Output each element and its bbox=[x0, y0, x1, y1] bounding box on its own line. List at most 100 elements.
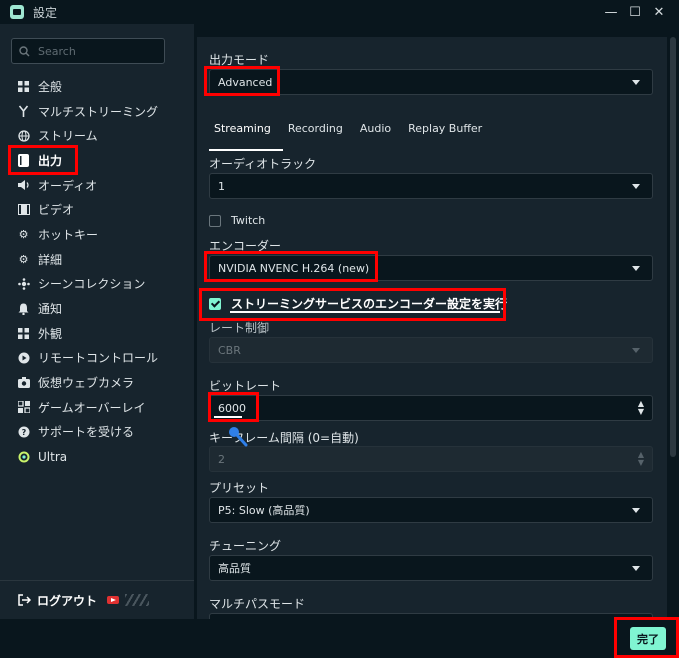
sidebar-item-audio[interactable]: オーディオ bbox=[0, 173, 194, 198]
bitrate-value: 6000 bbox=[218, 401, 246, 415]
sidebar-item-label: オーディオ bbox=[38, 178, 98, 193]
encoder-value: NVIDIA NVENC H.264 (new) bbox=[218, 261, 370, 275]
close-button[interactable]: ✕ bbox=[647, 2, 671, 22]
sidebar-item-label: 仮想ウェブカメラ bbox=[38, 376, 135, 391]
logout-icon bbox=[18, 594, 31, 606]
overlay-icon bbox=[17, 401, 30, 414]
sidebar-item-ultra[interactable]: Ultra bbox=[0, 444, 194, 469]
film-icon bbox=[17, 203, 30, 216]
gear-icon: ⚙ bbox=[18, 227, 29, 241]
sidebar-item-label: シーンコレクション bbox=[38, 277, 146, 292]
output-icon bbox=[17, 153, 30, 167]
output-settings-panel: 出力モード Advanced Streaming Recording Audio… bbox=[197, 37, 667, 619]
sidebar-item-virtual-webcam[interactable]: 仮想ウェブカメラ bbox=[0, 370, 194, 395]
bottom-bar bbox=[0, 619, 679, 658]
camera-icon bbox=[17, 376, 30, 389]
app-logo-icon bbox=[10, 5, 24, 19]
sidebar-item-label: リモートコントロール bbox=[38, 351, 159, 366]
audio-track-select[interactable]: 1 bbox=[209, 173, 653, 199]
sidebar: 全般 マルチストリーミング ストリーム 出力 オーディオ ビデオ ⚙ ホットキー… bbox=[0, 24, 194, 619]
sidebar-item-multistream[interactable]: マルチストリーミング bbox=[0, 99, 194, 124]
enforce-encoder-row[interactable]: ストリーミングサービスのエンコーダー設定を実行 bbox=[209, 295, 507, 312]
split-icon bbox=[17, 105, 30, 118]
sidebar-item-get-support[interactable]: ? サポートを受ける bbox=[0, 420, 194, 445]
sidebar-item-video[interactable]: ビデオ bbox=[0, 197, 194, 222]
rate-control-label: レート制御 bbox=[209, 321, 270, 335]
sidebar-footer: ログアウト bbox=[0, 580, 194, 619]
sidebar-item-scene-collections[interactable]: シーンコレクション bbox=[0, 272, 194, 297]
youtube-icon bbox=[107, 596, 120, 604]
spinner-arrows-icon[interactable]: ▲ ▼ bbox=[638, 400, 644, 416]
remote-icon bbox=[17, 351, 30, 364]
multipass-label: マルチパスモード bbox=[209, 597, 306, 611]
tab-replay-buffer[interactable]: Replay Buffer bbox=[403, 113, 494, 149]
tuning-label: チューニング bbox=[209, 539, 282, 553]
done-button[interactable]: 完了 bbox=[630, 627, 666, 650]
tab-audio[interactable]: Audio bbox=[355, 113, 403, 149]
minimize-button[interactable]: — bbox=[599, 2, 623, 22]
globe-icon bbox=[17, 129, 30, 142]
gears-icon: ⚙ bbox=[18, 252, 29, 266]
appearance-icon bbox=[17, 327, 30, 340]
output-mode-select[interactable]: Advanced bbox=[209, 69, 653, 95]
maximize-button[interactable]: ☐ bbox=[623, 2, 647, 22]
sidebar-item-label: ゲームオーバーレイ bbox=[38, 400, 146, 415]
chevron-down-icon bbox=[632, 348, 640, 353]
search-box[interactable] bbox=[11, 38, 165, 64]
sidebar-item-label: 詳細 bbox=[38, 252, 63, 267]
sidebar-item-game-overlay[interactable]: ゲームオーバーレイ bbox=[0, 395, 194, 420]
tuning-value: 高品質 bbox=[218, 562, 251, 575]
platform-placeholder-icon bbox=[125, 594, 150, 606]
search-input[interactable] bbox=[36, 43, 160, 59]
collection-icon bbox=[17, 277, 30, 290]
grid-icon bbox=[17, 80, 30, 93]
help-icon: ? bbox=[17, 425, 30, 438]
bitrate-input[interactable]: 6000 ▲ ▼ bbox=[209, 395, 653, 421]
audio-track-label: オーディオトラック bbox=[209, 157, 317, 171]
sidebar-item-output[interactable]: 出力 bbox=[0, 148, 194, 173]
enforce-underline bbox=[230, 311, 500, 313]
search-icon bbox=[19, 45, 30, 56]
settings-scrollbar[interactable] bbox=[670, 37, 676, 457]
encoder-select[interactable]: NVIDIA NVENC H.264 (new) bbox=[209, 255, 653, 281]
sidebar-item-notifications[interactable]: 通知 bbox=[0, 296, 194, 321]
sidebar-item-label: マルチストリーミング bbox=[38, 104, 159, 119]
encoder-label: エンコーダー bbox=[209, 239, 282, 253]
sidebar-item-label: 出力 bbox=[38, 153, 63, 168]
sidebar-item-label: Ultra bbox=[38, 449, 68, 464]
logout-label: ログアウト bbox=[37, 593, 98, 608]
audio-track-value: 1 bbox=[218, 179, 225, 193]
mouse-cursor-icon bbox=[229, 427, 248, 447]
sidebar-item-label: ビデオ bbox=[38, 203, 75, 218]
sidebar-item-remote-control[interactable]: リモートコントロール bbox=[0, 346, 194, 371]
sidebar-item-advanced[interactable]: ⚙ 詳細 bbox=[0, 247, 194, 272]
tuning-select[interactable]: 高品質 bbox=[209, 555, 653, 581]
chevron-down-icon bbox=[632, 266, 640, 271]
twitch-checkbox-row[interactable]: Twitch bbox=[209, 214, 265, 227]
tab-recording[interactable]: Recording bbox=[283, 113, 355, 149]
sidebar-item-general[interactable]: 全般 bbox=[0, 74, 194, 99]
sidebar-item-hotkeys[interactable]: ⚙ ホットキー bbox=[0, 222, 194, 247]
output-tabs: Streaming Recording Audio Replay Buffer bbox=[209, 113, 494, 151]
tab-streaming[interactable]: Streaming bbox=[209, 113, 283, 151]
sidebar-item-label: サポートを受ける bbox=[38, 425, 135, 440]
sidebar-item-stream[interactable]: ストリーム bbox=[0, 123, 194, 148]
bell-icon bbox=[17, 302, 30, 315]
rate-control-select: CBR bbox=[209, 337, 653, 363]
chevron-down-icon bbox=[632, 184, 640, 189]
twitch-label: Twitch bbox=[231, 214, 266, 227]
enforce-encoder-checkbox[interactable] bbox=[209, 297, 221, 310]
sidebar-item-appearance[interactable]: 外観 bbox=[0, 321, 194, 346]
rate-control-value: CBR bbox=[218, 343, 241, 357]
chevron-down-icon bbox=[632, 566, 640, 571]
chevron-down-icon bbox=[632, 508, 640, 513]
sidebar-item-label: 通知 bbox=[38, 302, 63, 317]
spinner-arrows-icon: ▲ ▼ bbox=[637, 450, 644, 467]
chevron-down-icon bbox=[632, 80, 640, 85]
sidebar-item-label: 外観 bbox=[38, 326, 63, 341]
bitrate-label: ビットレート bbox=[209, 379, 282, 393]
twitch-checkbox[interactable] bbox=[209, 214, 221, 227]
preset-select[interactable]: P5: Slow (高品質) bbox=[209, 497, 653, 523]
logout-button[interactable]: ログアウト bbox=[18, 592, 97, 609]
keyframe-value: 2 bbox=[218, 452, 225, 466]
